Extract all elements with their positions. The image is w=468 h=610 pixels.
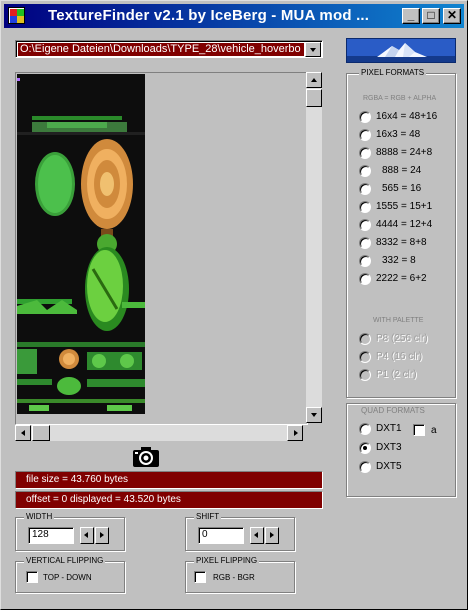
minimize-icon: _ <box>407 8 415 22</box>
width-decrease-button[interactable] <box>80 527 94 544</box>
scroll-up-button[interactable] <box>306 72 322 88</box>
palette-p8-label: P8 (256 clr) <box>376 333 428 344</box>
scroll-left-button[interactable] <box>15 425 31 441</box>
format-4444-label: 4444 = 12+4 <box>376 219 433 230</box>
maximize-icon: □ <box>427 8 435 22</box>
shift-group: SHIFT 0 <box>185 512 295 551</box>
quad-formats-group: QUAD FORMATS DXT1 a DXT3 DXT5 <box>346 403 456 497</box>
vertical-scroll-thumb[interactable] <box>306 89 322 107</box>
format-888-label: 888 = 24 <box>382 165 422 176</box>
format-16x3-label: 16x3 = 48 <box>376 129 421 140</box>
pixel-flipping-title: PIXEL FLIPPING <box>194 556 260 565</box>
quad-formats-title: QUAD FORMATS <box>359 406 427 415</box>
pixel-formats-group: PIXEL FORMATS RGBA = RGB + ALPHA 16x4 = … <box>346 68 456 398</box>
arrow-right-icon <box>100 532 104 538</box>
arrow-up-icon <box>311 78 317 82</box>
format-8332-radio[interactable] <box>359 237 371 249</box>
file-path-value: O:\Eigene Dateien\Downloads\TYPE_28\vehi… <box>18 43 304 56</box>
texture-preview[interactable] <box>15 72 308 425</box>
window-title: TextureFinder v2.1 by IceBerg - MUA mod … <box>48 7 370 24</box>
format-888-radio[interactable] <box>359 165 371 177</box>
horizontal-scrollbar[interactable] <box>15 425 303 441</box>
scroll-down-button[interactable] <box>306 407 322 423</box>
close-icon: ✕ <box>446 8 458 22</box>
title-bar[interactable]: TextureFinder v2.1 by IceBerg - MUA mod … <box>4 4 464 28</box>
format-2222-label: 2222 = 6+2 <box>376 273 427 284</box>
dxt1-label: DXT1 <box>376 423 402 434</box>
format-16x4-radio[interactable] <box>359 111 371 123</box>
format-16x3-radio[interactable] <box>359 129 371 141</box>
app-icon <box>8 7 25 24</box>
close-button[interactable]: ✕ <box>443 8 461 24</box>
shift-increase-button[interactable] <box>265 527 279 544</box>
top-down-label: TOP - DOWN <box>43 573 92 582</box>
width-group: WIDTH 128 <box>15 512 125 551</box>
width-increase-button[interactable] <box>95 527 109 544</box>
shift-title: SHIFT <box>194 512 222 521</box>
dxt1-alpha-label: a <box>431 425 437 436</box>
arrow-right-icon <box>270 532 274 538</box>
format-332-radio[interactable] <box>359 255 371 267</box>
chevron-down-icon <box>310 48 316 52</box>
arrow-right-icon <box>294 430 298 436</box>
format-8888-label: 8888 = 24+8 <box>376 147 433 158</box>
format-4444-radio[interactable] <box>359 219 371 231</box>
dxt1-radio[interactable] <box>359 423 371 435</box>
dxt3-radio[interactable] <box>359 442 371 454</box>
shift-decrease-button[interactable] <box>250 527 264 544</box>
format-8888-radio[interactable] <box>359 147 371 159</box>
palette-p1-radio[interactable] <box>359 369 371 381</box>
horizontal-scroll-thumb[interactable] <box>32 425 50 441</box>
camera-icon[interactable] <box>132 446 160 468</box>
vertical-flipping-title: VERTICAL FLIPPING <box>24 556 106 565</box>
format-8332-label: 8332 = 8+8 <box>376 237 427 248</box>
dxt3-label: DXT3 <box>376 442 402 453</box>
rgba-subtitle: RGBA = RGB + ALPHA <box>363 95 437 102</box>
file-size-info: file size = 43.760 bytes <box>15 471 323 489</box>
top-down-checkbox[interactable] <box>26 571 38 583</box>
vertical-scrollbar[interactable] <box>306 72 322 423</box>
palette-p4-label: P4 (16 clr) <box>376 351 423 362</box>
with-palette-subtitle: WITH PALETTE <box>373 317 424 324</box>
arrow-left-icon <box>84 532 88 538</box>
minimize-button[interactable]: _ <box>402 8 420 24</box>
pixel-formats-title: PIXEL FORMATS <box>359 68 427 77</box>
offset-info: offset = 0 displayed = 43.520 bytes <box>15 491 323 509</box>
arrow-down-icon <box>311 413 317 417</box>
pixel-flipping-group: PIXEL FLIPPING RGB - BGR <box>185 556 295 593</box>
iceberg-logo <box>346 38 456 63</box>
file-path-dropdown[interactable]: O:\Eigene Dateien\Downloads\TYPE_28\vehi… <box>15 40 323 58</box>
palette-p8-radio[interactable] <box>359 333 371 345</box>
dxt5-radio[interactable] <box>359 461 371 473</box>
format-16x4-label: 16x4 = 48+16 <box>376 111 438 122</box>
dropdown-button[interactable] <box>305 42 321 57</box>
vertical-flipping-group: VERTICAL FLIPPING TOP - DOWN <box>15 556 125 593</box>
format-2222-radio[interactable] <box>359 273 371 285</box>
arrow-left-icon <box>254 532 258 538</box>
palette-p4-radio[interactable] <box>359 351 371 363</box>
format-565-radio[interactable] <box>359 183 371 195</box>
texture-image <box>17 74 145 414</box>
format-1555-label: 1555 = 15+1 <box>376 201 433 212</box>
shift-input[interactable]: 0 <box>198 527 244 544</box>
palette-p1-label: P1 (2 clr) <box>376 369 417 380</box>
format-565-label: 565 = 16 <box>382 183 422 194</box>
width-title: WIDTH <box>24 512 55 521</box>
dxt1-alpha-checkbox[interactable] <box>413 424 425 436</box>
arrow-left-icon <box>21 430 25 436</box>
rgb-bgr-checkbox[interactable] <box>194 571 206 583</box>
main-window: TextureFinder v2.1 by IceBerg - MUA mod … <box>0 0 468 610</box>
format-332-label: 332 = 8 <box>382 255 416 266</box>
width-input[interactable]: 128 <box>28 527 74 544</box>
scroll-right-button[interactable] <box>287 425 303 441</box>
dxt5-label: DXT5 <box>376 461 402 472</box>
rgb-bgr-label: RGB - BGR <box>213 573 255 582</box>
maximize-button[interactable]: □ <box>422 8 440 24</box>
format-1555-radio[interactable] <box>359 201 371 213</box>
